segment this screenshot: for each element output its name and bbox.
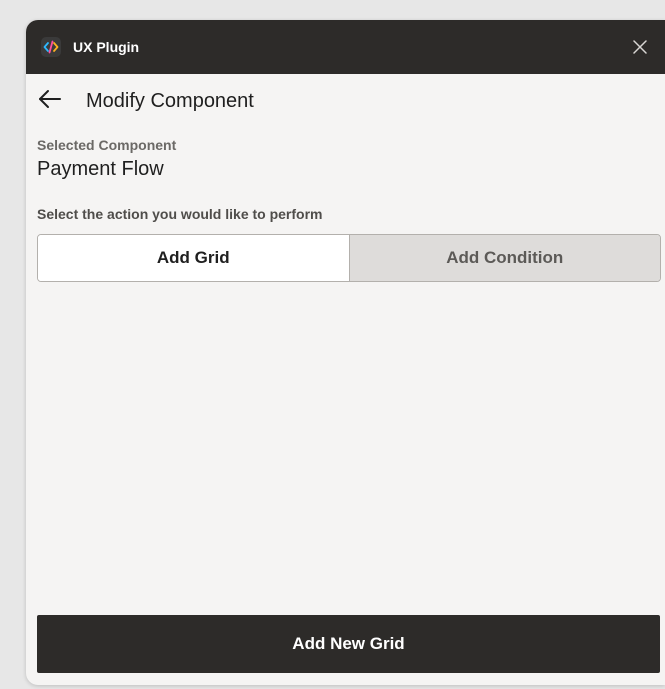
add-new-grid-button[interactable]: Add New Grid bbox=[37, 615, 660, 673]
page-title: Modify Component bbox=[86, 90, 254, 112]
back-button[interactable] bbox=[37, 88, 63, 110]
code-plugin-icon bbox=[41, 37, 61, 57]
close-icon bbox=[633, 40, 647, 54]
add-grid-tab[interactable]: Add Grid bbox=[38, 235, 349, 281]
page-header: Modify Component bbox=[26, 74, 665, 126]
action-segmented-control: Add Grid Add Condition bbox=[37, 234, 661, 282]
add-condition-tab[interactable]: Add Condition bbox=[348, 235, 660, 281]
title-bar: UX Plugin bbox=[26, 20, 665, 74]
action-prompt: Select the action you would like to perf… bbox=[37, 206, 323, 222]
selected-component-value: Payment Flow bbox=[37, 158, 164, 180]
arrow-left-icon bbox=[39, 90, 61, 108]
plugin-window: UX Plugin Modify Component Selected Comp… bbox=[26, 20, 665, 685]
selected-component-label: Selected Component bbox=[37, 137, 177, 153]
window-title: UX Plugin bbox=[73, 39, 140, 55]
close-button[interactable] bbox=[630, 37, 650, 57]
